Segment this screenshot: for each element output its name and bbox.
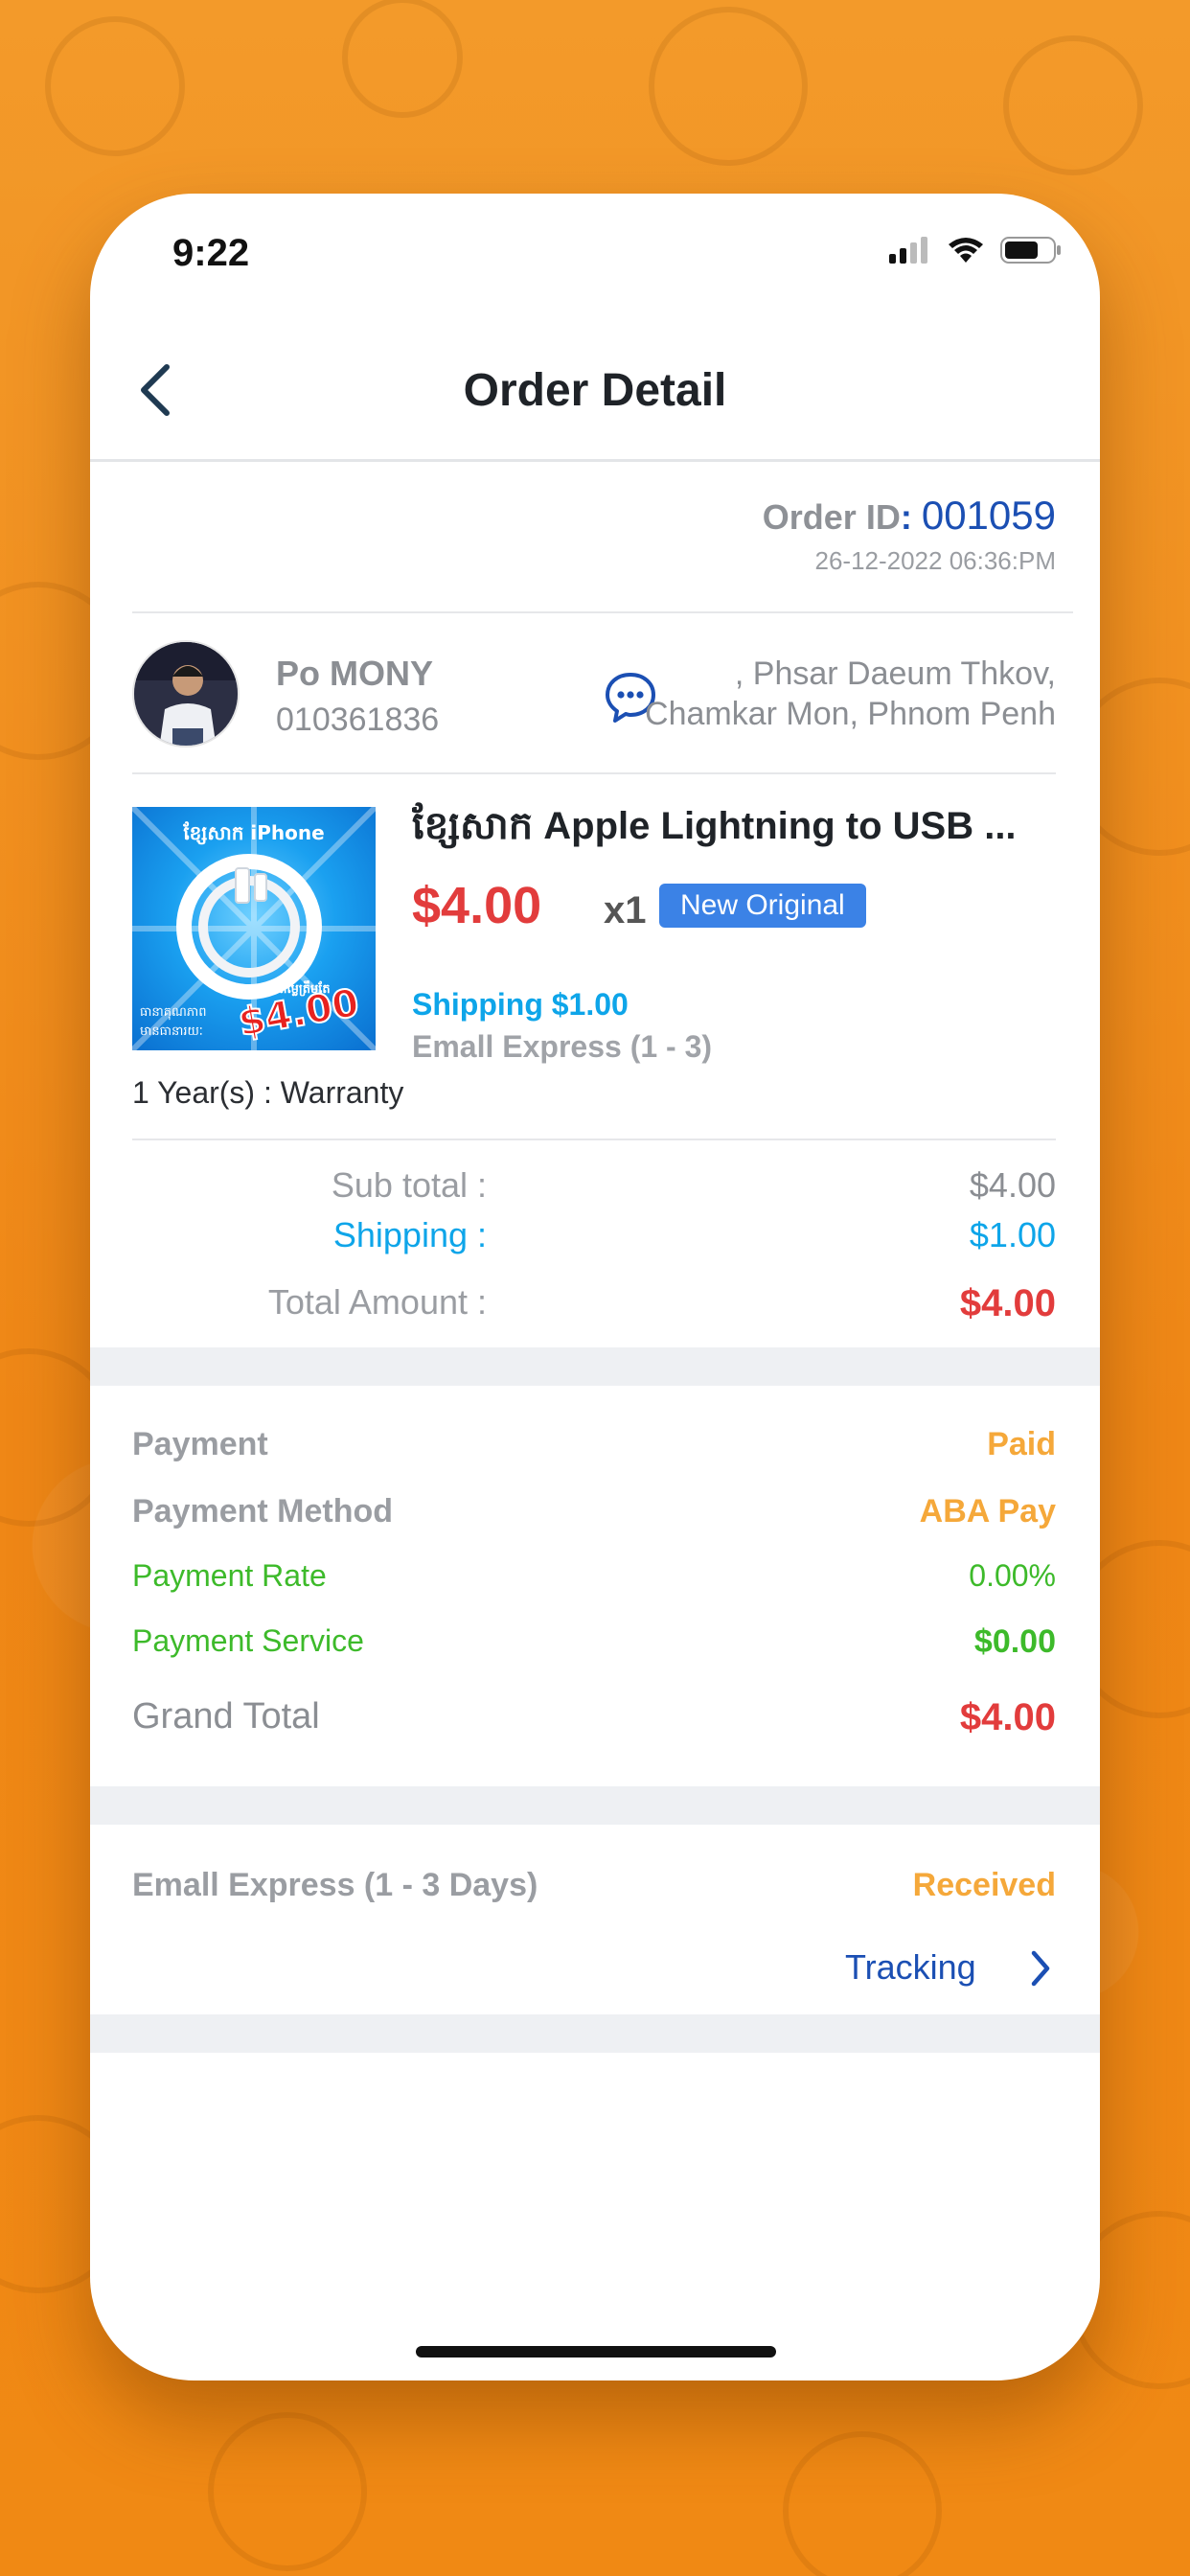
product-image[interactable]: ខ្សែសាក iPhone តម្លៃត្រឹមតែ $4.00 ធានាគុ…: [132, 807, 376, 1050]
chevron-right-icon: [1029, 1949, 1052, 1992]
total-amount-label: Total Amount :: [267, 1282, 487, 1322]
customer-phone: 010361836: [276, 702, 440, 738]
order-id-label: Order ID: [762, 497, 901, 537]
shipping-value: $1.00: [969, 1215, 1056, 1254]
customer-row: Po MONY 010361836 , Phsar Daeum Thkov, C…: [132, 640, 1056, 753]
avatar-image: [134, 642, 238, 746]
customer-name: Po MONY: [276, 654, 434, 693]
avatar: [132, 640, 240, 748]
payment-method-row: Payment Method ABA Pay: [132, 1493, 1056, 1541]
nav-header: Order Detail: [90, 318, 1100, 462]
subtotal-label: Sub total :: [331, 1165, 487, 1205]
section-separator: [90, 1347, 1100, 1386]
section-separator: [90, 1786, 1100, 1825]
payment-status-row: Payment Paid: [132, 1426, 1056, 1474]
payment-rate-row: Payment Rate 0.00%: [132, 1558, 1056, 1606]
page-title: Order Detail: [463, 365, 727, 416]
payment-service-label: Payment Service: [132, 1623, 364, 1658]
grand-total-row: Grand Total $4.00: [132, 1696, 1056, 1744]
product-shipping: Shipping $1.00: [412, 987, 629, 1022]
divider: [132, 611, 1073, 613]
address-line-1: , Phsar Daeum Thkov,: [734, 656, 1056, 692]
grand-total-label: Grand Total: [132, 1696, 320, 1736]
product-title[interactable]: ខ្សែសាក Apple Lightning to USB ...: [412, 801, 1056, 858]
product-warranty: 1 Year(s) : Warranty: [132, 1075, 404, 1110]
order-id-colon: :: [900, 497, 912, 537]
customer-address: , Phsar Daeum Thkov, Chamkar Mon, Phnom …: [645, 654, 1056, 734]
payment-service-row: Payment Service $0.00: [132, 1623, 1056, 1671]
payment-method-label: Payment Method: [132, 1493, 394, 1530]
payment-rate-label: Payment Rate: [132, 1558, 327, 1593]
phone-screen: 9:22 Order Detail Order ID: 001059 26-12…: [90, 194, 1100, 2380]
delivery-status: Received: [912, 1867, 1056, 1903]
order-id-value: 001059: [921, 493, 1056, 538]
product-image-text-top: ខ្សែសាក iPhone: [182, 821, 324, 845]
product-image-text-bottom2: មានធានារយៈ: [140, 1024, 203, 1039]
payment-status-label: Payment: [132, 1426, 268, 1462]
tracking-link[interactable]: Tracking: [845, 1947, 1056, 1995]
status-bar: 9:22: [90, 194, 1100, 299]
total-amount-value: $4.00: [959, 1282, 1056, 1324]
subtotal-value: $4.00: [969, 1165, 1056, 1205]
wifi-icon: [949, 238, 983, 263]
product-image-text-bottom1: ធានាគុណភាព: [140, 1005, 207, 1021]
divider: [132, 772, 1056, 774]
grand-total-value: $4.00: [959, 1696, 1056, 1738]
payment-status-value: Paid: [987, 1426, 1056, 1462]
cellular-signal-icon: [889, 237, 927, 264]
product-image-art: ខ្សែសាក iPhone តម្លៃត្រឹមតែ $4.00 ធានាគុ…: [132, 807, 376, 1050]
shipping-row: Shipping : $1.00: [132, 1215, 1056, 1263]
shipping-label: Shipping :: [332, 1215, 487, 1254]
payment-method-value: ABA Pay: [919, 1493, 1056, 1530]
total-amount-row: Total Amount : $4.00: [132, 1282, 1056, 1330]
subtotal-row: Sub total : $4.00: [132, 1165, 1056, 1213]
status-icons: [889, 236, 1062, 264]
tracking-label: Tracking: [845, 1947, 976, 1987]
condition-badge: New Original: [659, 884, 866, 928]
product-shipping-method: Emall Express (1 - 3): [412, 1029, 713, 1064]
product-quantity: x1: [604, 889, 647, 932]
delivery-row: Emall Express (1 - 3 Days) Received: [132, 1867, 1056, 1915]
payment-rate-value: 0.00%: [969, 1558, 1056, 1593]
order-id-block: Order ID: 001059 26-12-2022 06:36:PM: [763, 493, 1056, 576]
payment-service-value: $0.00: [973, 1623, 1056, 1660]
address-line-2: Chamkar Mon, Phnom Penh: [645, 696, 1056, 732]
status-time: 9:22: [172, 232, 250, 274]
product-price: $4.00: [412, 877, 542, 934]
order-id: Order ID: 001059: [763, 493, 1056, 539]
section-separator: [90, 2014, 1100, 2053]
home-indicator: [416, 2346, 776, 2358]
order-datetime: 26-12-2022 06:36:PM: [814, 546, 1056, 575]
delivery-method: Emall Express (1 - 3 Days): [132, 1867, 538, 1903]
divider: [132, 1138, 1056, 1140]
battery-icon: [1000, 237, 1061, 264]
